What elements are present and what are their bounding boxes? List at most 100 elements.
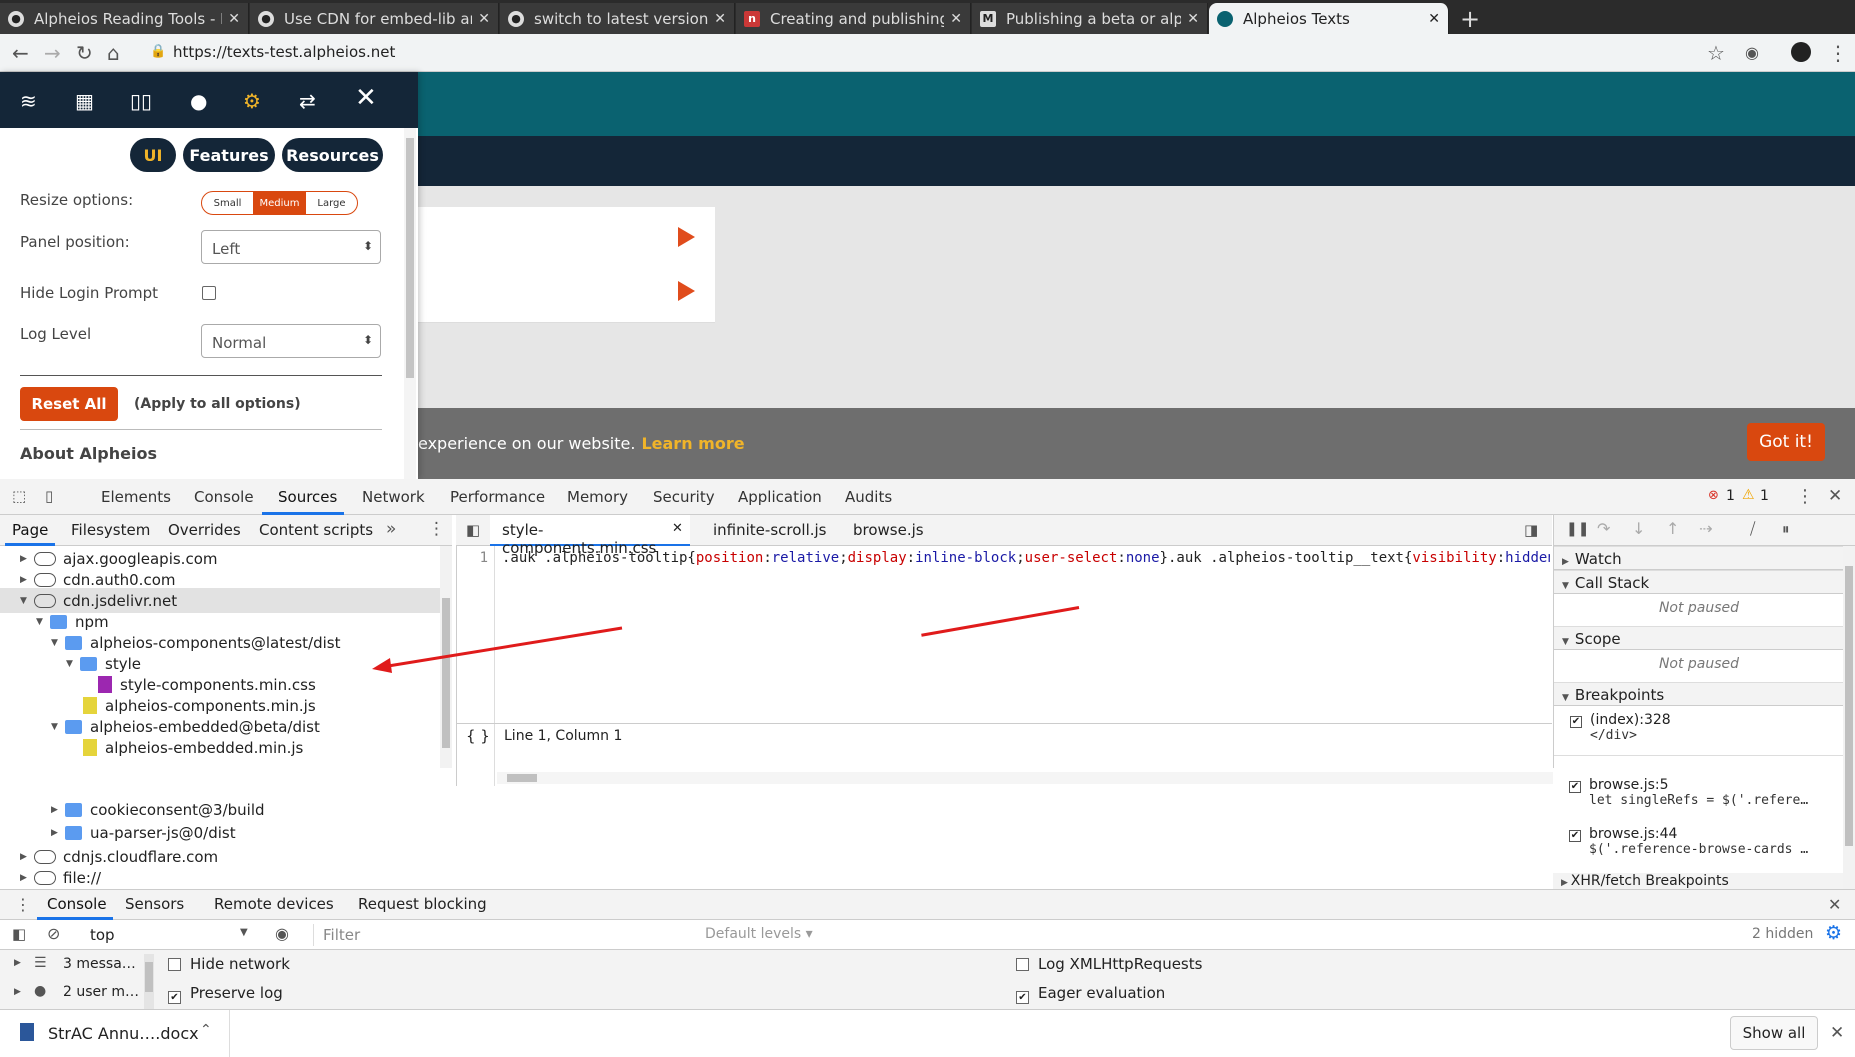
tree-item[interactable]: ▶ ua-parser-js@0/dist [51,820,236,845]
breakpoints-section[interactable]: Breakpoints [1554,682,1844,706]
inspect-icon[interactable]: ⬚ [12,487,26,505]
close-icon[interactable]: ✕ [1187,11,1199,27]
nav-tab-page[interactable]: Page [12,521,48,539]
extension-icon[interactable]: ◉ [1745,43,1759,62]
menu-icon[interactable]: ⋮ [1828,41,1848,65]
log-levels-dropdown[interactable]: Default levels ▾ [705,926,813,942]
expand-icon[interactable]: ▶ [20,575,34,585]
pretty-print-icon[interactable]: { } [466,727,490,745]
resize-small[interactable]: Small [202,192,254,214]
pause-on-exceptions-icon[interactable]: ⏸ [1782,520,1790,538]
play-icon[interactable] [678,227,695,247]
expand-icon[interactable]: ▶ [51,805,65,815]
code-line[interactable]: .auk .alpheios-tooltip{position:relative… [502,550,1550,566]
scrollbar-thumb[interactable] [507,774,537,782]
text-card[interactable] [418,261,715,323]
browser-tab[interactable]: ● Alpheios Reading Tools - N ✕ [0,3,249,34]
editor-tab[interactable]: infinite-scroll.js [713,521,826,539]
drawer-tab-sensors[interactable]: Sensors [125,895,184,913]
filter-input[interactable]: Filter [313,924,693,946]
debugger-scrollbar[interactable] [1843,546,1855,889]
pause-icon[interactable]: ❚❚ [1566,521,1589,537]
step-over-icon[interactable]: ↷ [1597,519,1610,538]
drawer-tab-request-blocking[interactable]: Request blocking [358,895,487,913]
user-icon[interactable]: ● [190,89,207,113]
browser-tab-active[interactable]: Alpheios Texts ✕ [1209,3,1449,34]
close-icon[interactable]: ✕ [950,11,962,27]
devtools-menu-icon[interactable]: ⋮ [1796,486,1814,507]
tab-sources[interactable]: Sources [278,488,337,506]
log-xhr-option[interactable]: Log XMLHttpRequests [1016,955,1202,973]
breakpoint-checkbox[interactable]: ✔ [1569,830,1581,842]
breakpoint-item[interactable]: ✔ browse.js:44 $('.reference-browse-cards … [1569,826,1808,857]
reset-all-button[interactable]: Reset All [20,387,118,421]
collapse-icon[interactable]: ▼ [51,722,65,732]
user-messages-item[interactable]: 2 user m… [63,984,139,1000]
sidebar-scrollbar[interactable] [144,954,154,1010]
resize-large[interactable]: Large [306,192,357,214]
panel-scrollbar[interactable] [404,128,416,479]
watch-section[interactable]: Watch [1554,546,1844,570]
scrollbar-thumb[interactable] [1845,566,1853,846]
swap-icon[interactable]: ⇄ [299,89,316,113]
step-out-icon[interactable]: ↑ [1666,519,1679,538]
browser-tab[interactable]: ● Use CDN for embed-lib an ✕ [250,3,499,34]
toggle-debugger-icon[interactable]: ◨ [1524,521,1538,539]
horizontal-scrollbar[interactable] [497,772,1553,784]
drawer-menu-icon[interactable]: ⋮ [15,895,31,914]
profile-avatar[interactable] [1791,42,1811,62]
expand-icon[interactable]: ▶ [51,828,65,838]
scrollbar-thumb[interactable] [145,962,153,992]
bookmark-star-icon[interactable]: ☆ [1707,41,1725,65]
forward-icon[interactable]: → [44,41,61,65]
tab-network[interactable]: Network [362,488,425,506]
more-tabs-icon[interactable]: » [386,519,396,539]
breakpoint-item[interactable]: ✔ browse.js:5 let singleRefs = $('.refere… [1569,777,1808,808]
nav-tab-filesystem[interactable]: Filesystem [71,521,150,539]
hide-network-option[interactable]: Hide network [168,955,290,973]
error-count[interactable]: 1 [1726,488,1735,504]
scrollbar-thumb[interactable] [406,138,414,378]
about-heading[interactable]: About Alpheios [20,444,157,463]
browser-tab[interactable]: ● switch to latest version of ✕ [500,3,735,34]
tree-item[interactable]: ▶ cdnjs.cloudflare.com [20,844,218,869]
got-it-button[interactable]: Got it! [1747,423,1825,461]
tab-application[interactable]: Application [738,488,822,506]
close-icon[interactable]: ✕ [478,11,490,27]
tree-item[interactable]: ▶ file:// [20,869,101,887]
scope-section[interactable]: Scope [1554,626,1844,650]
close-drawer-icon[interactable]: ✕ [1828,895,1841,914]
hide-network-checkbox[interactable] [168,958,181,971]
nav-tab-overrides[interactable]: Overrides [168,521,241,539]
collapse-icon[interactable]: ▼ [36,617,50,627]
collapse-icon[interactable]: ▼ [51,638,65,648]
new-tab-button[interactable]: + [1460,5,1480,33]
editor-tab-active[interactable]: style-components.min.css ✕ [490,515,690,557]
log-level-select[interactable]: Normal [201,324,381,358]
xhr-breakpoints-section[interactable]: ▶ XHR/fetch Breakpoints [1553,873,1843,889]
log-xhr-checkbox[interactable] [1016,958,1029,971]
messages-item[interactable]: 3 messa… [63,956,136,972]
eager-evaluation-checkbox[interactable]: ✔ [1016,991,1029,1004]
tree-item[interactable]: alpheios-embedded.min.js [83,735,303,760]
tab-audits[interactable]: Audits [845,488,892,506]
close-download-bar-icon[interactable]: ✕ [1830,1023,1844,1043]
call-stack-section[interactable]: Call Stack [1554,570,1844,594]
definitions-icon[interactable]: ▦ [75,89,94,113]
hide-login-checkbox[interactable] [202,286,216,300]
expand-icon[interactable]: ▶ [20,852,34,862]
context-select[interactable]: top ▼ [80,924,255,946]
show-all-button[interactable]: Show all [1730,1016,1818,1050]
tab-features[interactable]: Features [183,138,275,172]
play-icon[interactable] [678,281,695,301]
url-field[interactable]: https://texts-test.alpheios.net [173,43,395,61]
learn-more-link[interactable]: Learn more [641,434,744,453]
device-toolbar-icon[interactable]: ▯ [45,487,53,505]
tab-performance[interactable]: Performance [450,488,545,506]
home-icon[interactable]: ⌂ [107,41,120,65]
expand-icon[interactable]: ▶ [20,873,34,883]
close-icon[interactable]: ✕ [355,83,377,113]
drawer-tab-remote-devices[interactable]: Remote devices [214,895,334,913]
back-icon[interactable]: ← [12,41,29,65]
chevron-up-icon[interactable]: ⌃ [200,1022,212,1038]
